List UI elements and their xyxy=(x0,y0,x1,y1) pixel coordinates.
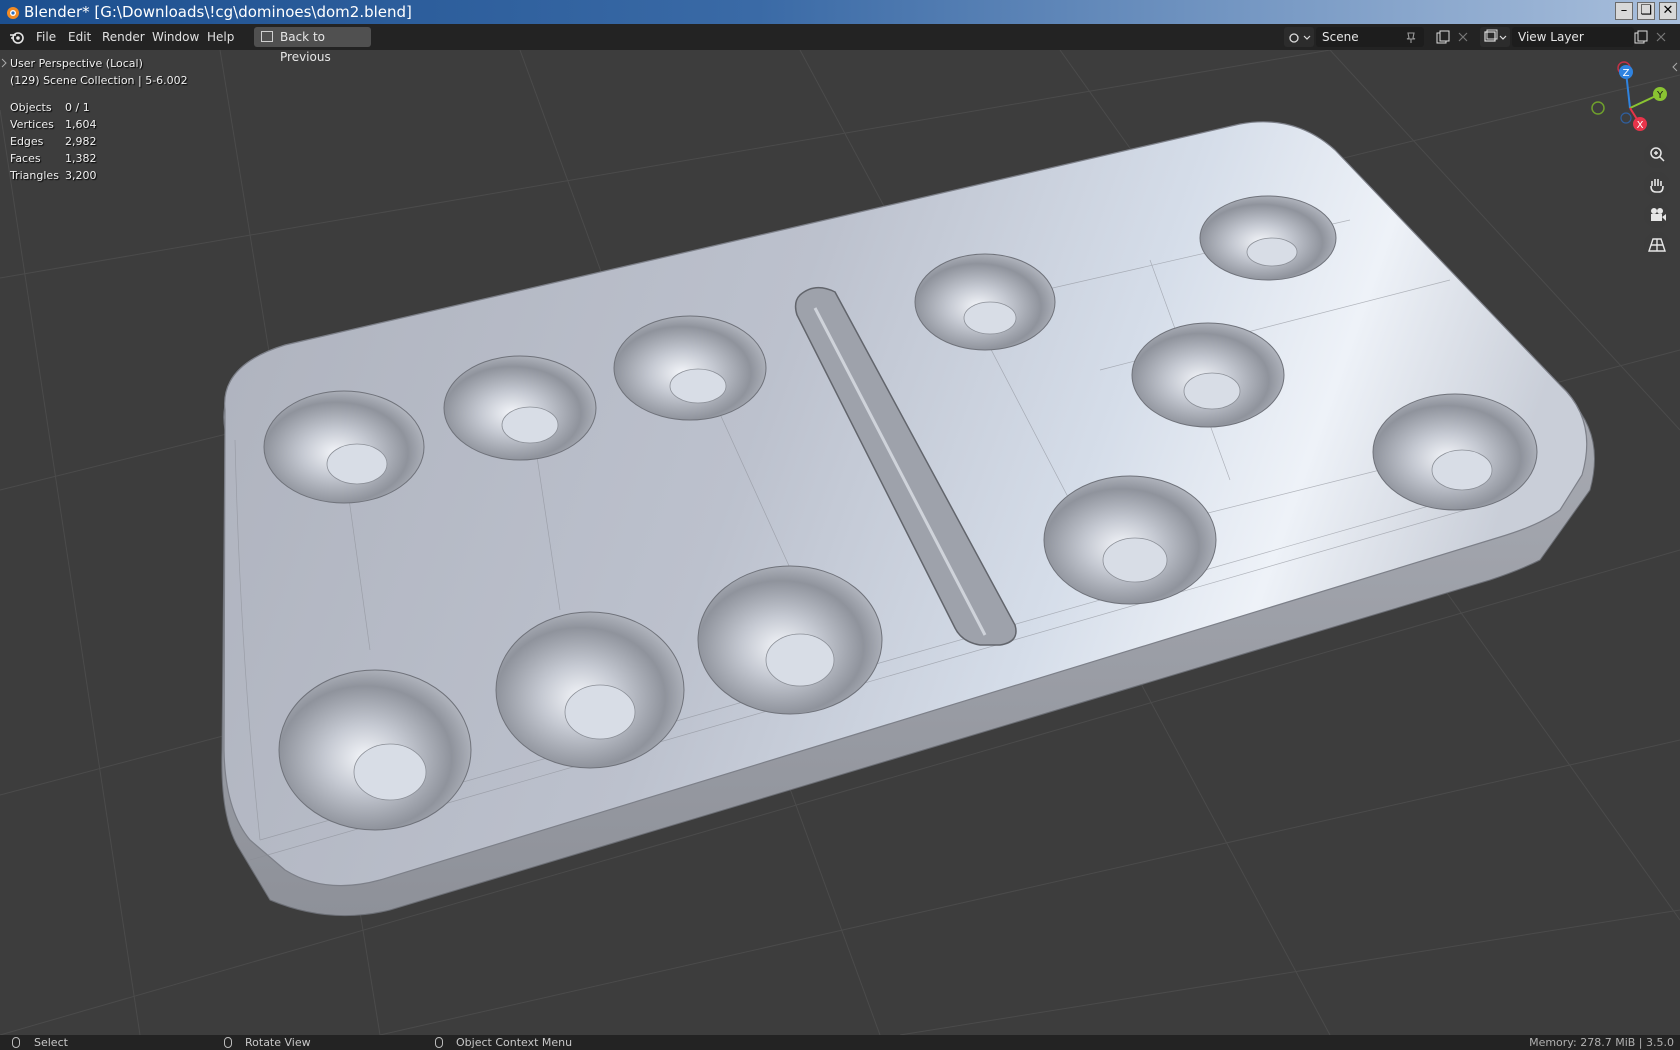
3d-viewport[interactable]: User Perspective (Local) (129) Scene Col… xyxy=(0,50,1680,1035)
minimize-button[interactable]: – xyxy=(1615,2,1633,20)
mouse-middle-icon xyxy=(224,1037,232,1048)
blender-logo-icon[interactable] xyxy=(9,30,25,44)
status-select-hint: Select xyxy=(34,1036,68,1049)
status-rotate-hint: Rotate View xyxy=(245,1036,311,1049)
stat-objects-value: 0 / 1 xyxy=(65,101,90,114)
view-layer-icon xyxy=(1484,29,1507,42)
zoom-icon[interactable] xyxy=(1644,142,1670,168)
stat-vertices-label: Vertices xyxy=(10,118,54,131)
stat-faces-value: 1,382 xyxy=(65,152,97,165)
camera-icon[interactable] xyxy=(1644,202,1670,228)
pin-icon[interactable] xyxy=(1404,30,1418,44)
scene-name: Scene xyxy=(1322,30,1359,44)
navigation-gizmo[interactable]: Z Y X xyxy=(1584,60,1678,140)
viewport-scene[interactable] xyxy=(0,50,1680,1035)
scene-icon xyxy=(1289,33,1311,43)
screen-icon xyxy=(261,31,273,42)
gizmo-y-label: Y xyxy=(1656,90,1664,101)
remove-view-layer-icon[interactable] xyxy=(1656,32,1666,42)
viewport-collection-label: (129) Scene Collection | 5-6.002 xyxy=(10,74,188,87)
stat-objects-label: Objects xyxy=(10,101,52,114)
stat-triangles-value: 3,200 xyxy=(65,169,97,182)
menu-edit[interactable]: Edit xyxy=(62,24,97,50)
restore-button[interactable]: ❏ xyxy=(1637,2,1655,20)
remove-scene-icon[interactable] xyxy=(1458,32,1468,42)
gizmo-x-label: X xyxy=(1637,120,1644,131)
view-layer-name: View Layer xyxy=(1518,30,1584,44)
menu-window[interactable]: Window xyxy=(146,24,205,50)
hand-pan-icon[interactable] xyxy=(1644,172,1670,198)
toolbar-toggle-icon[interactable] xyxy=(1,58,7,68)
blender-app-icon xyxy=(7,7,19,19)
gizmo-z-label: Z xyxy=(1623,68,1630,79)
stat-faces-label: Faces xyxy=(10,152,41,165)
menu-help[interactable]: Help xyxy=(201,24,240,50)
mouse-left-icon xyxy=(12,1037,20,1048)
stat-edges-label: Edges xyxy=(10,135,44,148)
status-bar: Select Rotate View Object Context Menu M… xyxy=(0,1035,1680,1050)
new-scene-icon[interactable] xyxy=(1436,30,1450,44)
back-to-previous-button[interactable]: Back to Previous xyxy=(254,27,371,64)
mouse-right-icon xyxy=(435,1037,443,1048)
stat-edges-value: 2,982 xyxy=(65,135,97,148)
view-layer-name-field[interactable]: View Layer xyxy=(1512,27,1634,47)
menu-file[interactable]: File xyxy=(30,24,62,50)
stat-vertices-value: 1,604 xyxy=(65,118,97,131)
top-menu-bar: File Edit Render Window Help Back to Pre… xyxy=(0,24,1680,64)
close-window-button[interactable]: ✕ xyxy=(1659,2,1677,20)
scene-browse-button[interactable] xyxy=(1284,27,1314,47)
scene-name-field[interactable]: Scene xyxy=(1316,27,1424,47)
status-context-hint: Object Context Menu xyxy=(456,1036,573,1049)
stat-triangles-label: Triangles xyxy=(10,169,59,182)
title-bar: Blender* [G:\Downloads\!cg\dominoes\dom2… xyxy=(0,0,1680,24)
viewport-perspective-label: User Perspective (Local) xyxy=(10,57,143,70)
new-view-layer-icon[interactable] xyxy=(1634,30,1648,44)
status-memory: Memory: 278.7 MiB | 3.5.0 xyxy=(1529,1036,1674,1049)
menu-render[interactable]: Render xyxy=(96,24,151,50)
view-layer-browse-button[interactable] xyxy=(1480,27,1510,47)
window-title: Blender* [G:\Downloads\!cg\dominoes\dom2… xyxy=(24,3,412,21)
perspective-grid-icon[interactable] xyxy=(1644,232,1670,258)
